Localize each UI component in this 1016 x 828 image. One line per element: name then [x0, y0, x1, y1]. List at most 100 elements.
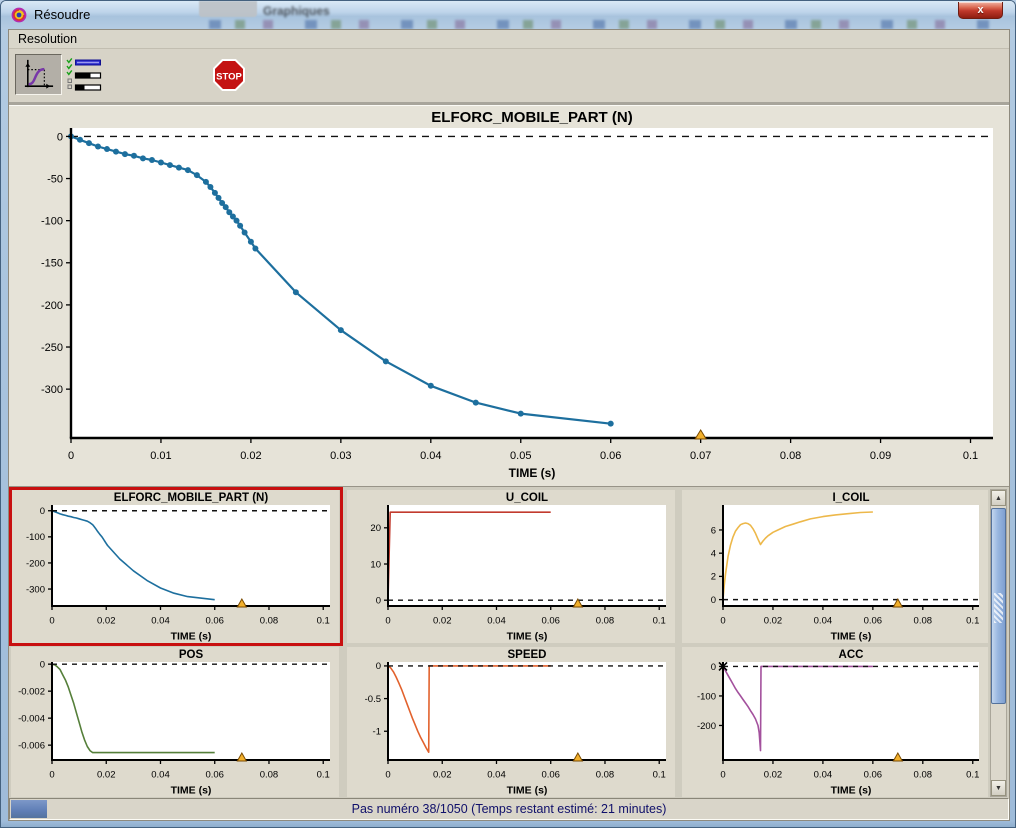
scroll-down-button[interactable]: ▼: [991, 780, 1006, 796]
svg-text:0: 0: [57, 131, 63, 143]
svg-text:0.06: 0.06: [864, 615, 883, 626]
svg-text:-100: -100: [26, 532, 45, 543]
svg-text:0.06: 0.06: [600, 450, 621, 462]
background-window-title: Graphiques: [263, 4, 330, 18]
svg-text:0: 0: [49, 615, 54, 626]
svg-text:0.02: 0.02: [97, 615, 116, 626]
svg-text:0.04: 0.04: [151, 769, 170, 780]
scrollbar-thumb[interactable]: [991, 508, 1006, 704]
thumbnail-chart-pos[interactable]: 00.020.040.060.080.10-0.002-0.004-0.006P…: [11, 647, 339, 797]
svg-text:-100: -100: [41, 216, 63, 228]
chart-canvas-acc: 00.020.040.060.080.10-100-200ACCTIME (s): [682, 647, 988, 797]
svg-text:6: 6: [711, 525, 716, 536]
svg-text:0.09: 0.09: [870, 450, 891, 462]
svg-text:0: 0: [711, 595, 716, 606]
svg-text:0: 0: [711, 662, 716, 673]
svg-text:-0.006: -0.006: [18, 740, 45, 751]
svg-text:0.08: 0.08: [596, 769, 615, 780]
toolbar: STOP: [9, 49, 1009, 102]
svg-text:0.02: 0.02: [240, 450, 261, 462]
svg-text:TIME (s): TIME (s): [831, 631, 872, 643]
main-chart: 00.010.020.030.040.050.060.070.080.090.1…: [9, 106, 1009, 486]
svg-text:-150: -150: [41, 258, 63, 270]
svg-text:0.04: 0.04: [487, 769, 506, 780]
svg-text:20: 20: [370, 523, 381, 534]
svg-text:0.1: 0.1: [317, 769, 330, 780]
svg-text:-200: -200: [41, 300, 63, 312]
chart-canvas-i_coil: 00.020.040.060.080.10246I_COILTIME (s): [682, 490, 988, 643]
svg-text:0.02: 0.02: [433, 615, 452, 626]
title-bar[interactable]: Graphiques Résoudre x: [1, 1, 1016, 29]
status-text: Pas numéro 38/1050 (Temps restant estimé…: [10, 799, 1008, 819]
stop-sign-icon: STOP: [213, 59, 245, 91]
svg-text:-300: -300: [26, 584, 45, 595]
thumbnail-chart-acc[interactable]: 00.020.040.060.080.10-100-200ACCTIME (s): [682, 647, 988, 797]
svg-text:POS: POS: [179, 649, 204, 661]
svg-text:0: 0: [385, 615, 390, 626]
svg-text:0.08: 0.08: [914, 615, 933, 626]
svg-text:4: 4: [711, 549, 716, 560]
svg-text:0.02: 0.02: [97, 769, 116, 780]
svg-text:0.1: 0.1: [317, 615, 330, 626]
svg-text:0.08: 0.08: [914, 769, 933, 780]
svg-text:TIME (s): TIME (s): [509, 466, 556, 480]
svg-text:0.06: 0.06: [864, 769, 883, 780]
curve-list-button[interactable]: [65, 57, 103, 94]
curve-display-button[interactable]: [15, 54, 62, 95]
vertical-scrollbar[interactable]: ▲ ▼: [990, 489, 1007, 797]
svg-text:-200: -200: [697, 721, 716, 732]
svg-text:I_COIL: I_COIL: [832, 492, 869, 504]
svg-text:-200: -200: [26, 558, 45, 569]
svg-text:0.03: 0.03: [330, 450, 351, 462]
svg-text:0.07: 0.07: [690, 450, 711, 462]
svg-text:ACC: ACC: [839, 649, 864, 661]
scroll-up-button[interactable]: ▲: [991, 490, 1006, 506]
chart-canvas-main: 00.010.020.030.040.050.060.070.080.090.1…: [9, 106, 1009, 486]
thumbnail-chart-icoil[interactable]: 00.020.040.060.080.10246I_COILTIME (s): [682, 490, 988, 643]
svg-text:0: 0: [49, 769, 54, 780]
thumbnail-chart-ucoil[interactable]: 00.020.040.060.080.101020U_COILTIME (s): [347, 490, 675, 643]
svg-text:TIME (s): TIME (s): [507, 631, 548, 643]
status-bar: Pas numéro 38/1050 (Temps restant estimé…: [9, 798, 1009, 820]
svg-text:0.1: 0.1: [653, 615, 666, 626]
svg-text:0.06: 0.06: [541, 769, 560, 780]
chart-canvas-u_coil: 00.020.040.060.080.101020U_COILTIME (s): [347, 490, 675, 643]
svg-text:-300: -300: [41, 384, 63, 396]
svg-text:0: 0: [40, 506, 45, 517]
menu-item-resolution[interactable]: Resolution: [9, 30, 86, 46]
svg-text:STOP: STOP: [216, 72, 242, 83]
resolve-window: Graphiques Résoudre x Resolution: [0, 0, 1016, 828]
svg-text:-0.004: -0.004: [18, 713, 45, 724]
svg-text:0.08: 0.08: [260, 615, 279, 626]
app-logo-icon: [11, 7, 27, 23]
svg-text:TIME (s): TIME (s): [831, 785, 872, 797]
curve-list-icon: [66, 57, 102, 92]
svg-text:-50: -50: [47, 173, 63, 185]
close-button[interactable]: x: [958, 2, 1003, 19]
chart-canvas-pos: 00.020.040.060.080.10-0.002-0.004-0.006P…: [11, 647, 339, 797]
svg-text:-0.5: -0.5: [365, 694, 381, 705]
svg-text:0.06: 0.06: [205, 769, 224, 780]
svg-text:0.04: 0.04: [420, 450, 441, 462]
background-window-fragment: [199, 1, 257, 17]
menu-bar: Resolution: [9, 30, 1009, 49]
window-title: Résoudre: [34, 7, 90, 22]
svg-text:TIME (s): TIME (s): [171, 785, 212, 797]
svg-text:U_COIL: U_COIL: [506, 492, 548, 504]
client-area: Resolution: [8, 29, 1010, 821]
thumbnail-chart-elforc[interactable]: 00.020.040.060.080.10-100-200-300ELFORC_…: [11, 490, 339, 643]
svg-text:-250: -250: [41, 342, 63, 354]
thumbnail-panel: 00.020.040.060.080.10-100-200-300ELFORC_…: [9, 486, 1009, 798]
svg-text:0.04: 0.04: [814, 769, 833, 780]
svg-text:2: 2: [711, 572, 716, 583]
svg-text:-100: -100: [697, 691, 716, 702]
svg-text:-1: -1: [373, 727, 381, 738]
stop-button[interactable]: STOP: [213, 59, 245, 91]
svg-text:SPEED: SPEED: [508, 649, 547, 661]
svg-text:0.02: 0.02: [764, 615, 783, 626]
thumbnail-chart-speed[interactable]: 00.020.040.060.080.10-0.5-1SPEEDTIME (s): [347, 647, 675, 797]
svg-text:0.1: 0.1: [966, 615, 979, 626]
svg-text:0.08: 0.08: [260, 769, 279, 780]
chart-canvas-speed: 00.020.040.060.080.10-0.5-1SPEEDTIME (s): [347, 647, 675, 797]
svg-text:0.01: 0.01: [150, 450, 171, 462]
